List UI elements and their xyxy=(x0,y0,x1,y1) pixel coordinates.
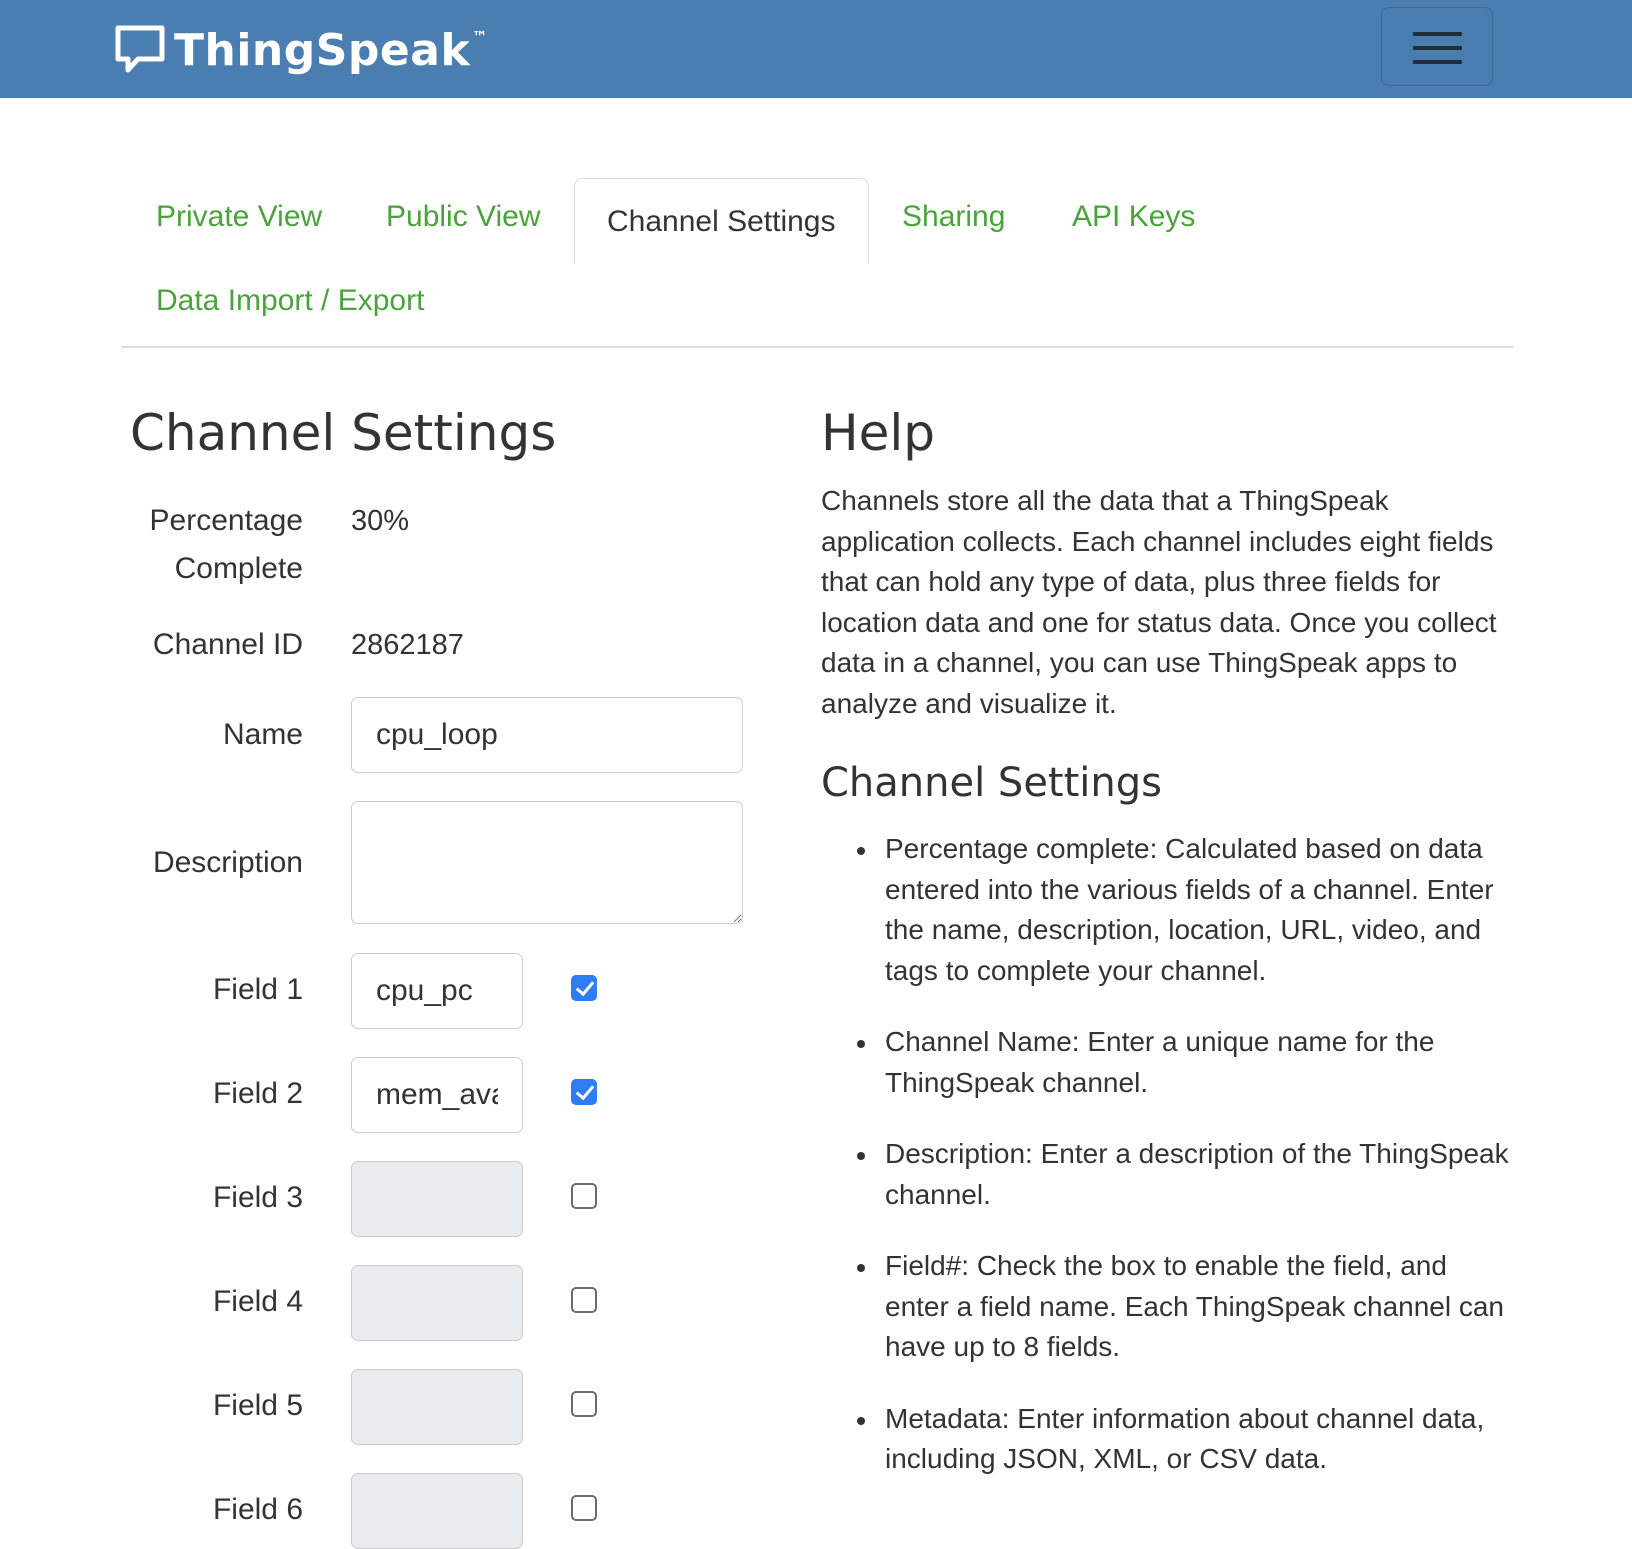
help-intro-text: Channels store all the data that a Thing… xyxy=(821,485,1497,719)
name-label: Name xyxy=(222,718,303,751)
list-item: Field#: Check the box to enable the fiel… xyxy=(857,1246,1511,1368)
percentage-complete-label: Percentage Complete xyxy=(123,497,303,593)
field-6-input[interactable] xyxy=(351,1473,523,1549)
tab-private-view[interactable]: Private View xyxy=(156,200,322,234)
field-3-label: Field 3 xyxy=(212,1181,303,1214)
field-5-label: Field 5 xyxy=(212,1389,303,1422)
tab-sharing[interactable]: Sharing xyxy=(902,200,1005,234)
field-1-label: Field 1 xyxy=(212,973,303,1006)
list-item: Metadata: Enter information about channe… xyxy=(857,1399,1511,1480)
hamburger-menu-icon-bar xyxy=(1413,60,1462,64)
page-title: Channel Settings xyxy=(130,404,557,462)
percentage-complete-value: 30% xyxy=(351,505,410,537)
hamburger-menu-button[interactable] xyxy=(1381,7,1493,86)
description-textarea[interactable] xyxy=(351,801,743,924)
field-6-label: Field 6 xyxy=(212,1493,303,1526)
field-3-checkbox[interactable] xyxy=(571,1183,597,1209)
field-2-label: Field 2 xyxy=(212,1077,303,1110)
field-5-checkbox[interactable] xyxy=(571,1391,597,1417)
description-label: Description xyxy=(152,846,303,879)
channel-tabs: Private View Public View Channel Setting… xyxy=(121,178,1513,348)
list-item: Description: Enter a description of the … xyxy=(857,1134,1511,1215)
field-1-input[interactable] xyxy=(351,953,523,1029)
tab-public-view[interactable]: Public View xyxy=(386,200,541,234)
help-bullet-list: Percentage complete: Calculated based on… xyxy=(821,829,1511,1511)
channel-id-value: 2862187 xyxy=(351,629,464,661)
field-5-input[interactable] xyxy=(351,1369,523,1445)
hamburger-menu-icon xyxy=(1413,32,1462,36)
list-item: Channel Name: Enter a unique name for th… xyxy=(857,1022,1511,1103)
percentage-label-line1: Percentage xyxy=(149,504,303,537)
channel-id-label: Channel ID xyxy=(152,628,303,661)
tab-api-keys[interactable]: API Keys xyxy=(1072,200,1195,234)
logo-text: ThingSpeak xyxy=(174,24,471,76)
speech-bubble-icon xyxy=(115,25,165,73)
field-2-checkbox[interactable] xyxy=(571,1079,597,1105)
top-navbar: ThingSpeak ™ xyxy=(0,0,1632,98)
field-6-checkbox[interactable] xyxy=(571,1495,597,1521)
field-4-label: Field 4 xyxy=(212,1285,303,1318)
list-item: Percentage complete: Calculated based on… xyxy=(857,829,1511,991)
help-subtitle: Channel Settings xyxy=(821,760,1162,806)
field-4-checkbox[interactable] xyxy=(571,1287,597,1313)
field-4-input[interactable] xyxy=(351,1265,523,1341)
field-3-input[interactable] xyxy=(351,1161,523,1237)
help-title: Help xyxy=(821,404,935,462)
hamburger-menu-icon-bar xyxy=(1413,46,1462,50)
channel-name-input[interactable] xyxy=(351,697,743,773)
field-1-checkbox[interactable] xyxy=(571,975,597,1001)
trademark-symbol: ™ xyxy=(472,28,488,46)
thingspeak-logo[interactable]: ThingSpeak ™ xyxy=(114,22,487,78)
tab-data-import-export[interactable]: Data Import / Export xyxy=(156,284,424,318)
tab-channel-settings[interactable]: Channel Settings xyxy=(574,178,869,264)
percentage-label-line2: Complete xyxy=(174,552,303,585)
field-2-input[interactable] xyxy=(351,1057,523,1133)
